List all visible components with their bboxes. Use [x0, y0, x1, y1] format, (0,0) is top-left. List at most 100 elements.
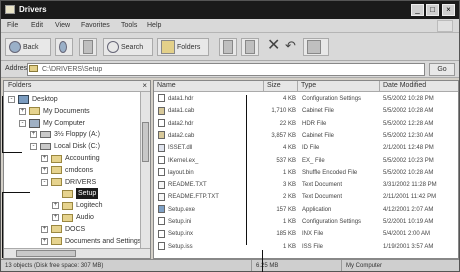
collapse-icon[interactable]: - [41, 178, 48, 186]
scroll-thumb[interactable] [16, 250, 76, 257]
menu-edit[interactable]: Edit [31, 22, 43, 29]
expand-icon[interactable]: + [41, 225, 48, 233]
collapse-icon[interactable]: - [8, 96, 15, 103]
collapse-icon[interactable]: - [30, 143, 37, 151]
file-name: Setup.iss [168, 243, 193, 250]
menu-favorites[interactable]: Favorites [81, 22, 110, 29]
tree-item[interactable]: + Logitech [52, 200, 102, 211]
scroll-thumb[interactable] [142, 122, 149, 162]
file-row[interactable]: data2.hdr 22 KB HDR File 5/5/2002 12:28 AM [154, 119, 458, 129]
file-type: EX_ File [302, 157, 325, 164]
file-row[interactable]: Setup.exe 157 KB Application 4/12/2001 2:07… [154, 205, 458, 215]
file-type: Cabinet File [302, 108, 335, 115]
tree-item[interactable]: + My Documents [19, 106, 90, 117]
file-row[interactable]: layout.bin 1 KB Shuffle Encoded File 5/5/20… [154, 168, 458, 178]
tree-item[interactable]: - DRIVERS [41, 177, 96, 188]
menu-help[interactable]: Help [147, 22, 161, 29]
folder-icon [5, 5, 15, 14]
expand-icon[interactable]: + [41, 166, 48, 174]
file-size: 185 KB [276, 231, 296, 238]
tree-item[interactable]: + Documents and Settings [41, 236, 141, 247]
tree-item[interactable]: Setup [52, 188, 99, 200]
forward-button[interactable] [55, 38, 73, 56]
tree-item[interactable]: - Desktop [8, 94, 58, 105]
computer-icon [29, 118, 40, 128]
vertical-scrollbar[interactable] [140, 92, 150, 249]
move-to-button[interactable] [219, 38, 237, 56]
title-bar[interactable]: Drivers _ □ × [1, 1, 459, 19]
menu-tools[interactable]: Tools [121, 22, 137, 29]
go-button[interactable]: Go [429, 63, 455, 76]
tree-item[interactable]: + cmdcons [41, 165, 93, 176]
search-button[interactable]: Search [103, 38, 153, 56]
file-type: Text Document [302, 182, 343, 189]
status-location: My Computer [341, 260, 459, 271]
tree-item[interactable]: + Accounting [41, 153, 100, 164]
file-row[interactable]: data1.cab 1,710 KB Cabinet File 5/5/2002 10… [154, 106, 458, 116]
file-type: Application [302, 206, 332, 213]
expand-icon[interactable]: + [19, 107, 26, 115]
search-button-label: Search [121, 43, 144, 51]
file-date: 2/11/2001 11:42 PM [383, 194, 437, 201]
views-button[interactable] [303, 38, 329, 56]
file-row[interactable]: data1.hdr 4 KB Configuration Settings 5/5/2… [154, 94, 458, 104]
expand-icon[interactable]: + [41, 155, 48, 162]
tree-item-label: Desktop [32, 96, 58, 103]
menu-file[interactable]: File [7, 22, 18, 29]
tree-item[interactable]: + DOCS [41, 224, 85, 235]
maximize-button[interactable]: □ [426, 4, 439, 16]
close-icon[interactable]: × [142, 81, 147, 91]
expand-icon[interactable]: + [30, 131, 37, 139]
search-icon [107, 41, 119, 53]
up-folder-button[interactable] [79, 38, 97, 56]
file-date: 5/5/2002 10:28 PM [383, 96, 434, 102]
text-file-icon [158, 192, 165, 201]
collapse-icon[interactable]: - [19, 119, 26, 127]
folders-button-label: Folders [177, 43, 201, 51]
file-date: 4/12/2001 2:07 AM [383, 206, 434, 213]
tree-item[interactable]: - My Computer [19, 118, 85, 129]
tree-item[interactable]: - Local Disk (C:) [30, 141, 100, 152]
copy-to-button[interactable] [241, 38, 259, 56]
back-button[interactable]: Back [5, 38, 51, 56]
drive-icon [40, 143, 51, 151]
expand-icon[interactable]: + [52, 214, 59, 221]
up-folder-icon [83, 40, 93, 54]
tree-item-label: Accounting [65, 155, 100, 162]
column-header-name[interactable]: Name [154, 81, 264, 92]
tree-item-label: cmdcons [65, 166, 94, 174]
column-header-type[interactable]: Type [298, 81, 380, 92]
drive-icon [40, 131, 51, 139]
close-button[interactable]: × [442, 4, 455, 16]
minimize-button[interactable]: _ [411, 4, 424, 16]
undo-icon[interactable]: ↶ [285, 38, 296, 54]
address-input[interactable]: C:\DRIVERS\Setup [27, 63, 425, 76]
folders-button[interactable]: Folders [157, 38, 209, 56]
file-row[interactable]: ISSET.dll 4 KB ID File 2/1/2001 12:48 PM [154, 143, 458, 153]
delete-icon[interactable]: ✕ [267, 38, 280, 54]
tree-item[interactable]: +3½ Floppy (A:) [30, 129, 100, 140]
expand-icon[interactable]: + [41, 237, 48, 245]
file-row[interactable]: Setup.ini 1 KB Configuration Settings 5/2/2… [154, 217, 458, 227]
status-size: 6.25 MB [251, 260, 341, 271]
column-header-date[interactable]: Date Modified [380, 81, 458, 92]
file-type: Text Document [302, 194, 343, 201]
forward-arrow-icon [59, 41, 67, 53]
file-row[interactable]: README.TXT 3 KB Text Document 3/31/2002 11:… [154, 180, 458, 190]
file-date: 5/5/2002 12:28 AM [383, 120, 434, 127]
tree-item[interactable]: + Audio [52, 212, 94, 223]
file-row[interactable]: data2.cab 3,857 KB Cabinet File 5/5/2002 12… [154, 131, 458, 141]
folders-pane: Folders × - Desktop + My Documents - My Compu… [3, 80, 151, 259]
tree-item-label: DOCS [65, 225, 86, 233]
file-row[interactable]: README.FTP.TXT 2 KB Text Document 2/11/2001… [154, 192, 458, 202]
file-row[interactable]: Setup.iss 1 KB ISS File 1/19/2001 3:57 AM [154, 242, 458, 252]
column-header-size[interactable]: Size [264, 81, 298, 92]
file-file-icon [158, 155, 165, 164]
file-row[interactable]: Setup.inx 185 KB INX File 5/4/2001 2:00 AM [154, 229, 458, 239]
file-row[interactable]: IKernel.ex_ 537 KB EX_ File 5/5/2002 10:23 … [154, 155, 458, 166]
back-button-label: Back [23, 43, 39, 51]
menu-view[interactable]: View [55, 22, 70, 29]
horizontal-scrollbar[interactable] [4, 248, 150, 258]
text-file-icon [158, 180, 165, 189]
expand-icon[interactable]: + [52, 202, 59, 210]
